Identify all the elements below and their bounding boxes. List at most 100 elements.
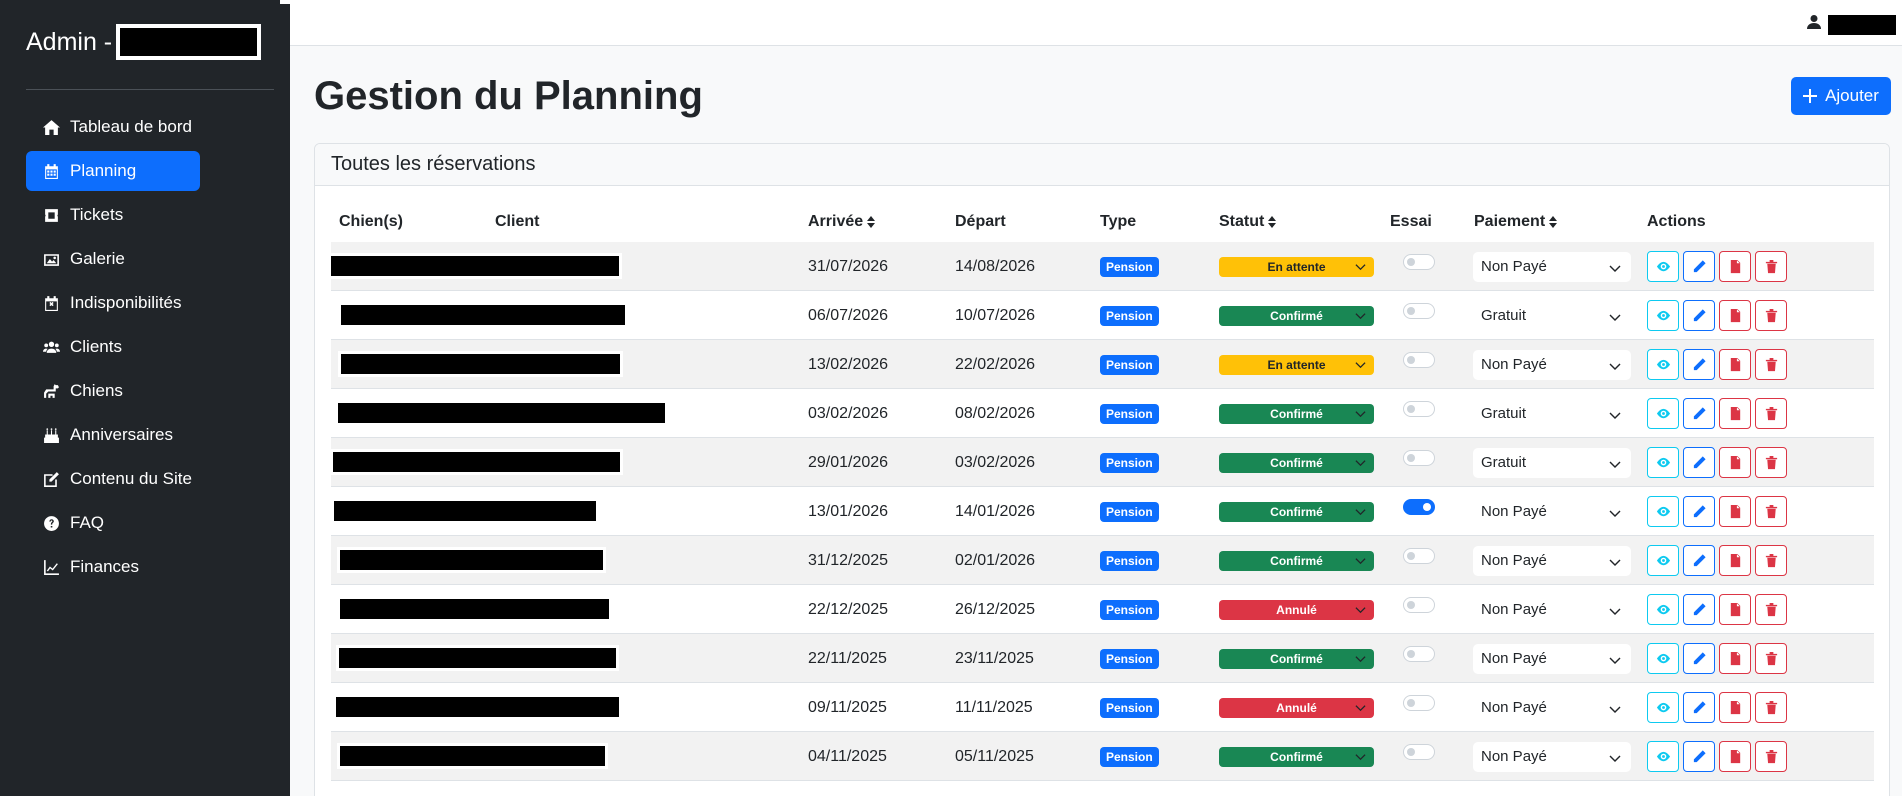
- status-select[interactable]: En attente: [1219, 354, 1374, 375]
- trial-toggle[interactable]: [1403, 303, 1435, 319]
- view-button[interactable]: [1647, 447, 1679, 478]
- user-menu[interactable]: [1806, 14, 1896, 35]
- sidebar-item-galerie[interactable]: Galerie: [26, 239, 200, 279]
- view-button[interactable]: [1647, 251, 1679, 282]
- status-select[interactable]: Confirmé: [1219, 648, 1374, 669]
- payment-select[interactable]: Non Payé: [1473, 741, 1631, 772]
- status-select[interactable]: Annulé: [1219, 697, 1374, 718]
- payment-select[interactable]: Gratuit: [1473, 447, 1631, 478]
- images-icon: [42, 250, 60, 268]
- brand[interactable]: Admin -: [26, 22, 262, 62]
- actions-cell: [1647, 683, 1791, 732]
- delete-button[interactable]: [1755, 594, 1787, 625]
- edit-button[interactable]: [1683, 300, 1715, 331]
- sidebar-item-planning[interactable]: Planning: [26, 151, 200, 191]
- payment-select[interactable]: Non Payé: [1473, 349, 1631, 380]
- delete-button[interactable]: [1755, 496, 1787, 527]
- sidebar-item-tableau-de-bord[interactable]: Tableau de bord: [26, 107, 200, 147]
- eye-icon: [1656, 261, 1670, 272]
- edit-button[interactable]: [1683, 741, 1715, 772]
- delete-button[interactable]: [1755, 398, 1787, 429]
- col-header-payment[interactable]: Paiement: [1474, 212, 1558, 232]
- col-header-arrival[interactable]: Arrivée: [808, 212, 876, 232]
- view-button[interactable]: [1647, 545, 1679, 576]
- payment-select[interactable]: Non Payé: [1473, 692, 1631, 723]
- delete-button[interactable]: [1755, 545, 1787, 576]
- chevron-down-icon: [1609, 506, 1621, 523]
- trial-toggle[interactable]: [1403, 254, 1435, 270]
- edit-button[interactable]: [1683, 251, 1715, 282]
- payment-select[interactable]: Non Payé: [1473, 545, 1631, 576]
- col-header-status[interactable]: Statut: [1219, 212, 1277, 232]
- delete-button[interactable]: [1755, 643, 1787, 674]
- edit-button[interactable]: [1683, 349, 1715, 380]
- delete-button[interactable]: [1755, 300, 1787, 331]
- delete-button[interactable]: [1755, 251, 1787, 282]
- sidebar-item-indisponibilit-s[interactable]: Indisponibilités: [26, 283, 200, 323]
- view-button[interactable]: [1647, 741, 1679, 772]
- edit-button[interactable]: [1683, 692, 1715, 723]
- pdf-button[interactable]: [1719, 251, 1751, 282]
- status-select[interactable]: Confirmé: [1219, 452, 1374, 473]
- status-select[interactable]: Annulé: [1219, 599, 1374, 620]
- view-button[interactable]: [1647, 349, 1679, 380]
- trial-toggle[interactable]: [1403, 401, 1435, 417]
- view-button[interactable]: [1647, 300, 1679, 331]
- payment-select[interactable]: Gratuit: [1473, 398, 1631, 429]
- pdf-button[interactable]: [1719, 496, 1751, 527]
- trial-toggle[interactable]: [1403, 744, 1435, 760]
- delete-button[interactable]: [1755, 741, 1787, 772]
- delete-button[interactable]: [1755, 447, 1787, 478]
- pdf-button[interactable]: [1719, 741, 1751, 772]
- trial-toggle[interactable]: [1403, 548, 1435, 564]
- edit-button[interactable]: [1683, 643, 1715, 674]
- delete-button[interactable]: [1755, 349, 1787, 380]
- payment-select[interactable]: Non Payé: [1473, 496, 1631, 527]
- view-button[interactable]: [1647, 496, 1679, 527]
- delete-button[interactable]: [1755, 692, 1787, 723]
- sidebar-item-finances[interactable]: Finances: [26, 547, 200, 587]
- status-select[interactable]: Confirmé: [1219, 501, 1374, 522]
- redacted-dog-client: [330, 449, 623, 475]
- payment-select[interactable]: Non Payé: [1473, 643, 1631, 674]
- pdf-button[interactable]: [1719, 398, 1751, 429]
- view-button[interactable]: [1647, 594, 1679, 625]
- payment-select[interactable]: Non Payé: [1473, 251, 1631, 282]
- pdf-button[interactable]: [1719, 447, 1751, 478]
- trial-toggle[interactable]: [1403, 352, 1435, 368]
- trial-toggle[interactable]: [1403, 450, 1435, 466]
- view-button[interactable]: [1647, 643, 1679, 674]
- sidebar-item-faq[interactable]: FAQ: [26, 503, 200, 543]
- status-select[interactable]: Confirmé: [1219, 305, 1374, 326]
- sidebar-item-tickets[interactable]: Tickets: [26, 195, 200, 235]
- pdf-button[interactable]: [1719, 545, 1751, 576]
- pdf-button[interactable]: [1719, 594, 1751, 625]
- pdf-button[interactable]: [1719, 643, 1751, 674]
- status-select[interactable]: Confirmé: [1219, 550, 1374, 571]
- trial-toggle[interactable]: [1403, 646, 1435, 662]
- edit-button[interactable]: [1683, 398, 1715, 429]
- view-button[interactable]: [1647, 692, 1679, 723]
- add-button[interactable]: Ajouter: [1791, 77, 1891, 115]
- pdf-button[interactable]: [1719, 349, 1751, 380]
- sidebar-item-anniversaires[interactable]: Anniversaires: [26, 415, 200, 455]
- sidebar-item-contenu-du-site[interactable]: Contenu du Site: [26, 459, 200, 499]
- edit-button[interactable]: [1683, 545, 1715, 576]
- trial-toggle[interactable]: [1403, 597, 1435, 613]
- edit-button[interactable]: [1683, 496, 1715, 527]
- edit-button[interactable]: [1683, 594, 1715, 625]
- sidebar-item-clients[interactable]: Clients: [26, 327, 200, 367]
- edit-button[interactable]: [1683, 447, 1715, 478]
- type-badge: Pension: [1100, 697, 1159, 718]
- trial-toggle[interactable]: [1403, 695, 1435, 711]
- status-select[interactable]: En attente: [1219, 256, 1374, 277]
- payment-select[interactable]: Non Payé: [1473, 594, 1631, 625]
- status-select[interactable]: Confirmé: [1219, 746, 1374, 767]
- payment-select[interactable]: Gratuit: [1473, 300, 1631, 331]
- pdf-button[interactable]: [1719, 692, 1751, 723]
- view-button[interactable]: [1647, 398, 1679, 429]
- trial-toggle[interactable]: [1403, 499, 1435, 515]
- status-select[interactable]: Confirmé: [1219, 403, 1374, 424]
- pdf-button[interactable]: [1719, 300, 1751, 331]
- sidebar-item-chiens[interactable]: Chiens: [26, 371, 200, 411]
